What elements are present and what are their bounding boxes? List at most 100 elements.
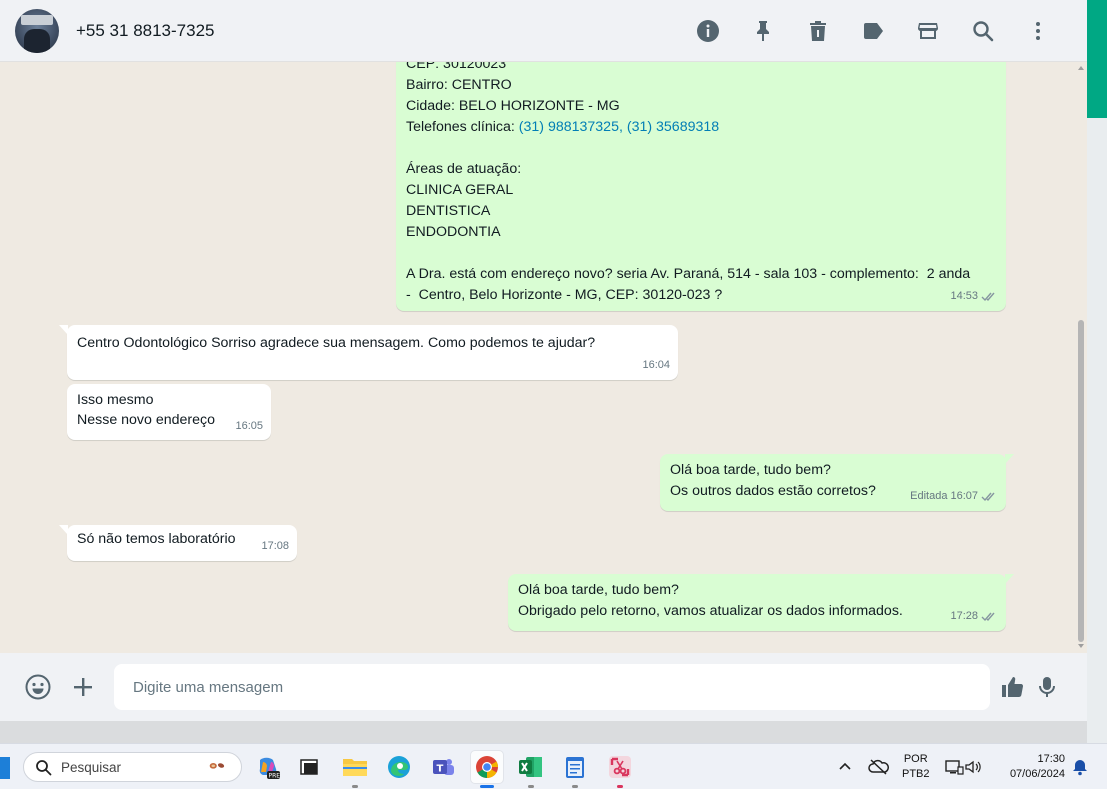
message-input[interactable] bbox=[114, 664, 990, 710]
taskbar-file-explorer[interactable] bbox=[340, 752, 370, 788]
chevron-up-icon[interactable] bbox=[836, 758, 854, 776]
app-running-indicator bbox=[352, 785, 358, 788]
scroll-up-arrow[interactable] bbox=[1078, 66, 1084, 70]
message-line: Olá boa tarde, tudo bem? bbox=[518, 582, 679, 598]
message-time: 14:53 bbox=[950, 290, 978, 302]
svg-text:T: T bbox=[437, 764, 444, 775]
chat-scrollbar[interactable] bbox=[1076, 62, 1086, 653]
search-icon bbox=[36, 759, 52, 775]
folder-icon bbox=[343, 759, 367, 776]
taskbar-teams[interactable]: T bbox=[428, 752, 458, 782]
chat-header: +55 31 8813-7325 bbox=[0, 0, 1087, 62]
start-button[interactable] bbox=[0, 757, 10, 779]
message-time: 16:07 bbox=[950, 490, 978, 502]
thumbs-up-icon[interactable] bbox=[992, 667, 1032, 707]
message-bubble-incoming[interactable]: Isso mesmo Nesse novo endereço 16:05 bbox=[67, 384, 271, 440]
chrome-icon bbox=[476, 756, 498, 778]
message-bubble-incoming[interactable]: Centro Odontológico Sorriso agradece sua… bbox=[59, 325, 678, 380]
app-running-indicator bbox=[617, 785, 623, 788]
phones-label: Telefones clínica: bbox=[406, 119, 519, 135]
taskbar-search-label: Pesquisar bbox=[61, 759, 122, 775]
message-meta: 17:28 bbox=[950, 606, 998, 627]
taskbar-copilot[interactable]: PRE bbox=[253, 752, 283, 782]
phone-link[interactable]: (31) 988137325 bbox=[519, 119, 619, 135]
contact-name[interactable]: +55 31 8813-7325 bbox=[76, 21, 215, 41]
catalog-icon[interactable] bbox=[900, 11, 955, 51]
taskbar-edge[interactable] bbox=[384, 752, 414, 782]
bell-icon bbox=[1073, 760, 1087, 776]
info-icon[interactable] bbox=[680, 11, 735, 51]
double-check-icon bbox=[981, 612, 995, 622]
attach-plus-icon[interactable] bbox=[63, 667, 103, 707]
message-meta: 14:53 bbox=[950, 286, 998, 307]
area-item: ENDODONTIA bbox=[406, 224, 501, 240]
message-meta: Editada 16:07 bbox=[910, 486, 998, 507]
taskbar-notepad[interactable] bbox=[560, 752, 590, 788]
app-running-indicator bbox=[572, 785, 578, 788]
emoji-icon[interactable] bbox=[18, 667, 58, 707]
taskbar-task-view[interactable] bbox=[295, 752, 325, 782]
message-line: Cidade: BELO HORIZONTE - MG bbox=[406, 98, 620, 114]
scrollbar-thumb[interactable] bbox=[1078, 320, 1084, 642]
os-taskbar: Pesquisar PRE T POR PTB2 17:30 07/06/202… bbox=[0, 743, 1107, 789]
bubble-tail bbox=[1005, 574, 1014, 584]
side-strip-accent bbox=[1087, 0, 1107, 118]
menu-icon[interactable] bbox=[1010, 11, 1065, 51]
excel-icon bbox=[519, 757, 542, 777]
double-check-icon bbox=[981, 492, 995, 502]
language-code: POR bbox=[903, 753, 928, 765]
scroll-down-arrow[interactable] bbox=[1078, 644, 1084, 648]
clock-date: 07/06/2024 bbox=[1009, 768, 1065, 780]
message-time: 17:28 bbox=[950, 610, 978, 622]
message-bubble-incoming[interactable]: Só não temos laboratório 17:08 bbox=[59, 525, 297, 561]
message-meta: 16:04 bbox=[642, 355, 670, 376]
search-highlight-icon bbox=[209, 757, 235, 774]
taskbar-snipping-tool[interactable] bbox=[605, 752, 635, 788]
header-actions bbox=[680, 11, 1065, 51]
message-line: Bairro: CENTRO bbox=[406, 77, 512, 93]
delete-icon[interactable] bbox=[790, 11, 845, 51]
message-text: Centro Odontológico Sorriso agradece sua… bbox=[77, 335, 596, 351]
message-line: Isso mesmo bbox=[77, 392, 154, 408]
notepad-icon bbox=[566, 757, 584, 778]
snipping-tool-icon bbox=[609, 756, 631, 778]
tray-onedrive[interactable] bbox=[868, 744, 890, 789]
edge-icon bbox=[388, 756, 410, 778]
pin-icon[interactable] bbox=[735, 11, 790, 51]
taskbar-excel[interactable] bbox=[516, 752, 546, 788]
message-line: CEP: 30120023 bbox=[406, 62, 507, 72]
microphone-icon[interactable] bbox=[1027, 667, 1067, 707]
bubble-tail bbox=[59, 525, 68, 535]
app-active-indicator bbox=[480, 785, 494, 788]
taskbar-search[interactable]: Pesquisar bbox=[23, 752, 242, 782]
message-bubble-outgoing[interactable]: Olá boa tarde, tudo bem? Os outros dados… bbox=[660, 454, 1014, 511]
double-check-icon bbox=[981, 292, 995, 302]
label-icon[interactable] bbox=[845, 11, 900, 51]
keyboard-layout: PTB2 bbox=[902, 768, 930, 780]
message-bubble-outgoing[interactable]: Olá boa tarde, tudo bem? Obrigado pelo r… bbox=[508, 574, 1014, 631]
tray-clock[interactable]: 17:30 07/06/2024 bbox=[1003, 744, 1065, 789]
tray-network-sound[interactable] bbox=[944, 744, 984, 789]
message-list[interactable]: CEP: 30120023 Bairro: CENTRO Cidade: BEL… bbox=[0, 62, 1087, 653]
area-item: DENTISTICA bbox=[406, 203, 491, 219]
message-line: Olá boa tarde, tudo bem? bbox=[670, 462, 831, 478]
areas-title: Áreas de atuação: bbox=[406, 161, 522, 177]
tray-notifications[interactable] bbox=[1071, 744, 1089, 789]
message-composer bbox=[0, 653, 1087, 721]
phones-line: Telefones clínica: (31) 988137325, (31) … bbox=[406, 117, 996, 138]
teams-icon: T bbox=[433, 759, 454, 775]
taskbar-chrome[interactable] bbox=[472, 752, 502, 788]
phone-link[interactable]: (31) 35689318 bbox=[627, 119, 719, 135]
bubble-tail bbox=[1005, 454, 1014, 464]
message-bubble-outgoing[interactable]: CEP: 30120023 Bairro: CENTRO Cidade: BEL… bbox=[396, 62, 1006, 311]
edited-label: Editada bbox=[910, 490, 948, 502]
message-text: Só não temos laboratório bbox=[77, 531, 236, 547]
search-icon[interactable] bbox=[955, 11, 1010, 51]
network-icon bbox=[945, 760, 964, 775]
contact-avatar[interactable] bbox=[15, 8, 59, 53]
message-line: Nesse novo endereço bbox=[77, 412, 216, 428]
tray-language[interactable]: POR PTB2 bbox=[902, 744, 930, 789]
message-meta: 16:05 bbox=[235, 416, 263, 436]
